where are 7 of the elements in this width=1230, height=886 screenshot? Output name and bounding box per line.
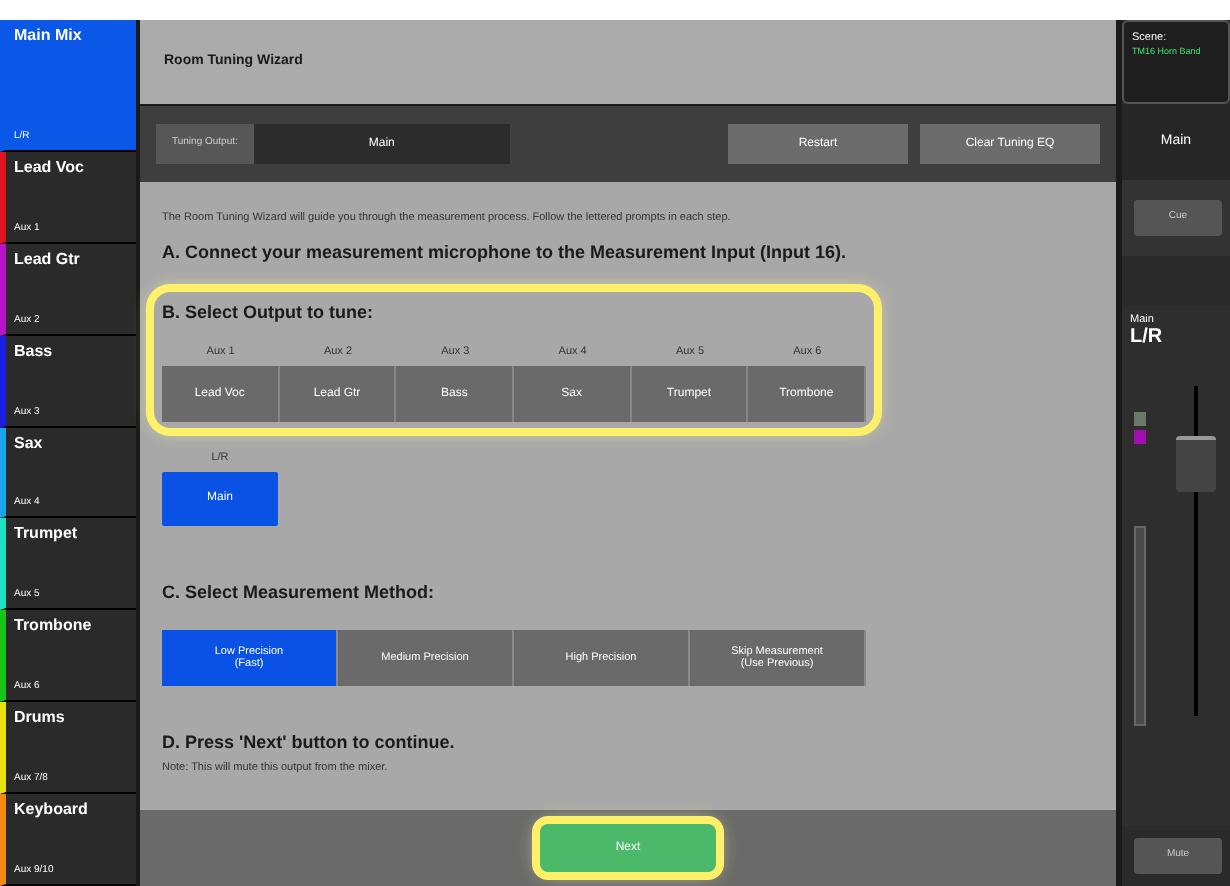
fader-handle-icon[interactable] [1176,436,1216,492]
step-heading: C. Select Measurement Method: [162,580,437,607]
step-heading: B. Select Output to tune: [162,299,375,326]
step-heading: A. Connect your measurement microphone to the Measurement Input (Input 16). [162,240,849,267]
step-heading: D. Press 'Next' button to continue. [162,729,457,756]
meter-icon [1134,526,1146,726]
strip-name: L/R [1130,328,1165,349]
